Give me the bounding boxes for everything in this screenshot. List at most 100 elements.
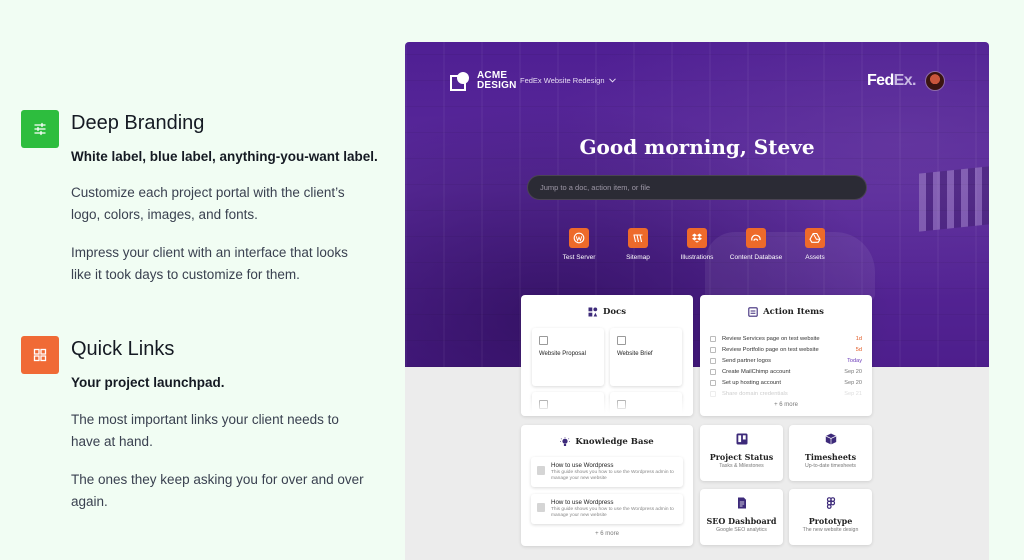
card-title: Timesheets (804, 452, 857, 462)
client-logo-suffix: . (912, 72, 916, 89)
knowledge-base-title: Knowledge Base (575, 437, 654, 447)
action-item-row[interactable]: Create MailChimp account Sep 20 (710, 366, 862, 377)
cloud-icon (746, 228, 766, 248)
drive-icon (805, 228, 825, 248)
action-item-due: Sep 20 (844, 379, 862, 386)
logo-text-line: DESIGN (477, 80, 517, 91)
sitemap-icon (628, 228, 648, 248)
greeting-title: Good morning, Steve (579, 135, 815, 159)
feature-paragraph: Impress your client with an interface th… (71, 245, 348, 282)
timesheets-card[interactable]: Timesheets Up-to-date timesheets (789, 425, 872, 481)
prototype-card[interactable]: Prototype The new website design (789, 489, 872, 545)
action-item-due: 1d (855, 335, 862, 342)
kb-article-title: How to use Wordpress (551, 499, 614, 506)
document-icon (737, 497, 746, 509)
action-item-text: Share domain credentials (722, 390, 788, 397)
docs-icon (588, 307, 598, 317)
doc-tile[interactable] (610, 392, 682, 416)
doc-tile-website-brief[interactable]: Website Brief (610, 328, 682, 386)
hero-banner: ACME DESIGN FedEx Website Redesign FedEx… (405, 42, 989, 367)
action-item-text: Send partner logos (722, 357, 771, 364)
chevron-down-icon (608, 78, 616, 83)
kb-article[interactable]: How to use Wordpress This guide shows yo… (531, 457, 683, 487)
checkbox[interactable] (710, 357, 716, 364)
background-awning (919, 166, 989, 232)
checkbox[interactable] (710, 335, 716, 342)
wordpress-icon (569, 228, 589, 248)
action-item-due: Today (847, 357, 862, 364)
action-item-due: Sep 20 (844, 368, 862, 375)
checkbox[interactable] (710, 346, 716, 353)
document-icon (617, 400, 626, 409)
cube-icon (825, 433, 836, 445)
figma-icon (826, 497, 835, 509)
client-logo-fed: Fed (867, 72, 894, 89)
client-logo: FedEx. (867, 72, 916, 90)
doc-title: Website Proposal (539, 351, 586, 357)
action-item-text: Review Services page on test website (722, 335, 820, 342)
action-items-title: Action Items (763, 307, 824, 317)
doc-tile[interactable] (532, 392, 604, 416)
feature-paragraph: Customize each project portal with the c… (71, 185, 345, 222)
kb-article-desc: This guide shows you how to use the Word… (551, 507, 674, 518)
search-input[interactable]: Jump to a doc, action item, or file (527, 175, 867, 200)
quick-link-assets[interactable]: Assets (780, 228, 850, 261)
feature-subtitle: White label, blue label, anything-you-wa… (71, 149, 378, 164)
acme-logo-icon (450, 70, 472, 92)
card-desc: Tasks & Milestones (719, 463, 764, 469)
action-item-due: Sep 21 (844, 390, 862, 397)
docs-title: Docs (602, 307, 626, 317)
feature-subtitle: Your project launchpad. (71, 375, 225, 390)
docs-card: Docs Website Proposal Website Brief (521, 295, 693, 416)
grid-icon (21, 336, 59, 374)
action-item-text: Create MailChimp account (722, 368, 791, 375)
card-desc: Google SEO analytics (716, 527, 767, 533)
checkbox[interactable] (710, 379, 716, 386)
checkbox[interactable] (710, 390, 716, 397)
action-item-row[interactable]: Send partner logos Today (710, 355, 862, 366)
kb-article-title: How to use Wordpress (551, 462, 614, 469)
knowledge-base-card: Knowledge Base How to use Wordpress This… (521, 425, 693, 546)
checklist-icon (748, 307, 758, 317)
action-item-row[interactable]: Review Services page on test website 1d (710, 333, 862, 344)
sliders-icon (21, 110, 59, 148)
document-icon (537, 466, 545, 475)
feature-paragraph: The ones they keep asking you for over a… (71, 472, 364, 509)
show-more-link[interactable]: + 6 more (700, 402, 872, 408)
kb-article[interactable]: How to use Wordpress This guide shows yo… (531, 494, 683, 524)
comment-icon (539, 336, 548, 345)
dropbox-icon (687, 228, 707, 248)
card-desc: The new website design (802, 527, 859, 533)
doc-tile-website-proposal[interactable]: Website Proposal (532, 328, 604, 386)
action-item-row[interactable]: Set up hosting account Sep 20 (710, 377, 862, 388)
lightbulb-icon (560, 437, 571, 446)
client-logo-ex: Ex (893, 72, 913, 89)
card-desc: Up-to-date timesheets (804, 463, 857, 469)
feature-paragraph: The most important links your client nee… (71, 412, 339, 449)
show-more-link[interactable]: + 6 more (521, 531, 693, 537)
document-icon (617, 336, 626, 345)
document-icon (539, 400, 548, 409)
action-item-row[interactable]: Share domain credentials Sep 21 (710, 388, 862, 399)
feature-title: Quick Links (71, 338, 175, 360)
acme-logo[interactable]: ACME DESIGN (450, 70, 517, 92)
seo-dashboard-card[interactable]: SEO Dashboard Google SEO analytics (700, 489, 783, 545)
action-items-card: Action Items Review Services page on tes… (700, 295, 872, 416)
document-icon (537, 503, 545, 512)
project-name: FedEx Website Redesign (520, 76, 605, 85)
user-avatar[interactable] (925, 71, 945, 91)
action-item-row[interactable]: Review Portfolio page on test website 5d (710, 344, 862, 355)
checkbox[interactable] (710, 368, 716, 375)
kb-article-desc: This guide shows you how to use the Word… (551, 470, 674, 481)
card-title: Prototype (808, 516, 853, 526)
trello-icon (736, 433, 747, 445)
feature-title: Deep Branding (71, 112, 205, 134)
client-portal-preview: ACME DESIGN FedEx Website Redesign FedEx… (405, 42, 989, 560)
action-item-text: Set up hosting account (722, 379, 781, 386)
card-title: SEO Dashboard (706, 516, 777, 526)
quick-link-label: Assets (805, 254, 825, 261)
project-status-card[interactable]: Project Status Tasks & Milestones (700, 425, 783, 481)
action-item-due: 5d (855, 346, 862, 353)
project-selector[interactable]: FedEx Website Redesign (520, 76, 616, 85)
doc-title: Website Brief (617, 351, 653, 357)
